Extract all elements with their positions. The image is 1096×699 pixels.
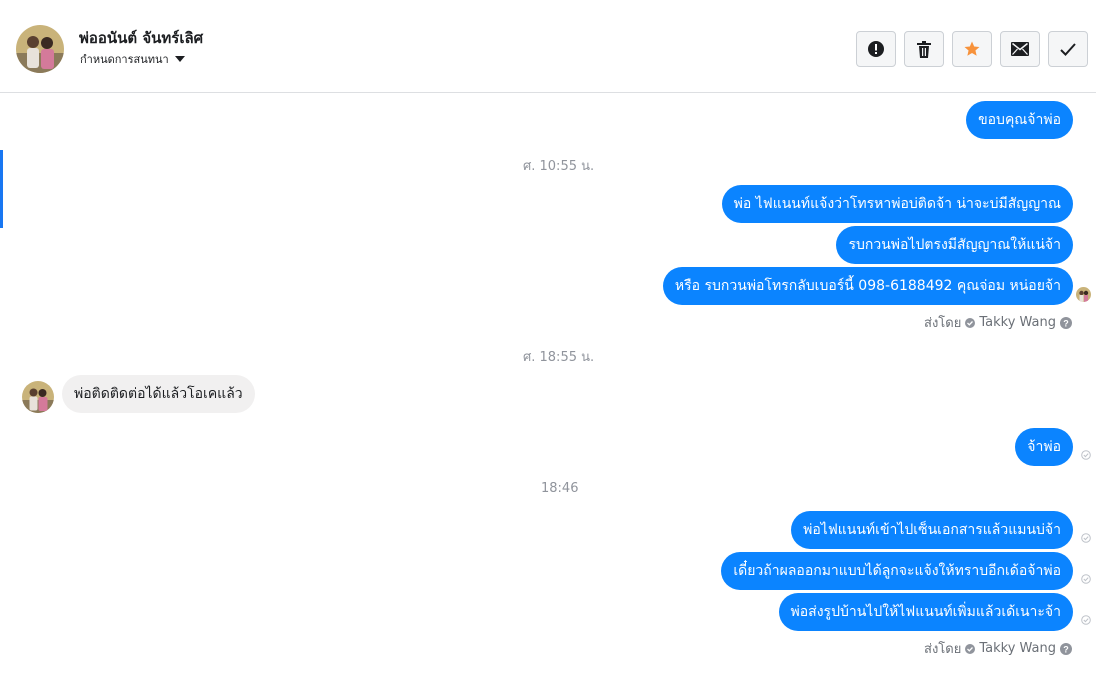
outgoing-message[interactable]: เดี๋ยวถ้าผลออกมาแบบได้ลูกจะแจ้งให้ทราบอี… (721, 552, 1073, 590)
mark-unread-button[interactable] (1000, 31, 1040, 67)
outgoing-message[interactable]: พ่อส่งรูปบ้านไปให้ไฟแนนท์เพิ่มแล้วเด้เนา… (778, 593, 1073, 631)
sent-check-icon (1081, 574, 1091, 584)
incoming-message[interactable]: พ่อติดติดต่อได้แล้วโอเคแล้ว (62, 375, 255, 413)
outgoing-message[interactable]: พ่อ ไฟแนนท์แจ้งว่าโทรหาพ่อบ่ติดจ้า น่าจะ… (721, 185, 1073, 223)
contact-avatar[interactable] (16, 25, 64, 73)
star-icon (964, 41, 980, 56)
exclamation-icon (868, 41, 884, 57)
checkmark-icon (1060, 42, 1076, 56)
help-icon[interactable]: ? (1060, 316, 1072, 329)
sent-by-name[interactable]: Takky Wang (979, 641, 1056, 656)
mark-done-button[interactable] (1048, 31, 1088, 67)
star-button[interactable] (952, 31, 992, 67)
outgoing-message[interactable]: รบกวนพ่อไปตรงมีสัญญาณให้แน่จ้า (836, 226, 1073, 264)
svg-text:?: ? (1063, 644, 1069, 654)
header-actions (856, 31, 1088, 67)
sent-check-icon (1081, 533, 1091, 543)
verified-icon (965, 317, 976, 328)
conversation-settings-label: กำหนดการสนทนา (80, 53, 169, 66)
envelope-icon (1011, 42, 1029, 56)
outgoing-message[interactable]: ขอบคุณจ้าพ่อ (966, 101, 1073, 139)
conversation-header: พ่ออนันต์ จันทร์เลิศ กำหนดการสนทนา (0, 0, 1096, 93)
timestamp: ศ. 18:55 น. (523, 350, 595, 365)
trash-icon (917, 40, 931, 58)
verified-icon (965, 643, 976, 654)
conversation-settings-dropdown[interactable]: กำหนดการสนทนา (80, 50, 185, 68)
sent-by-label: ส่งโดย Takky Wang ? (924, 312, 1072, 333)
sent-check-icon (1081, 615, 1091, 625)
outgoing-message[interactable]: จ้าพ่อ (1015, 428, 1073, 466)
svg-text:?: ? (1063, 318, 1069, 328)
sent-by-name[interactable]: Takky Wang (979, 315, 1056, 330)
sent-by-label: ส่งโดย Takky Wang ? (924, 638, 1072, 659)
outgoing-message[interactable]: หรือ รบกวนพ่อโทรกลับเบอร์นี้ 098-6188492… (662, 267, 1073, 305)
mark-spam-button[interactable] (856, 31, 896, 67)
scroll-position-indicator (0, 150, 3, 228)
read-receipt-avatar (1076, 287, 1091, 302)
sender-avatar[interactable] (22, 381, 54, 413)
caret-down-icon (174, 56, 185, 62)
sent-check-icon (1081, 450, 1091, 460)
outgoing-message[interactable]: พ่อไฟแนนท์เข้าไปเซ็นเอกสารแล้วแมนบ่จ้า (791, 511, 1073, 549)
help-icon[interactable]: ? (1060, 642, 1072, 655)
contact-name[interactable]: พ่ออนันต์ จันทร์เลิศ (79, 26, 203, 50)
delete-button[interactable] (904, 31, 944, 67)
timestamp: ศ. 10:55 น. (523, 159, 595, 174)
sent-by-prefix: ส่งโดย (924, 316, 962, 331)
sent-by-prefix: ส่งโดย (924, 642, 962, 657)
timestamp: 18:46 (541, 481, 579, 496)
